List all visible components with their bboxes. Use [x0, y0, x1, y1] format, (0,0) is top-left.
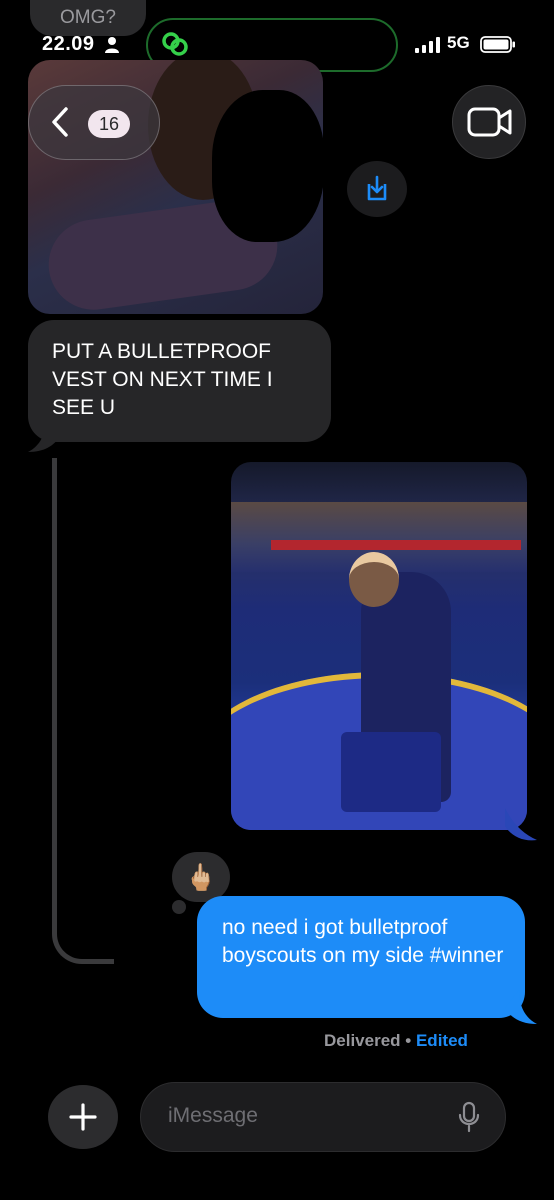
network-label: 5G	[447, 33, 470, 52]
reaction-bubble[interactable]: 🖕🏼	[172, 852, 230, 902]
signal-icon	[415, 37, 440, 53]
reaction-tail	[172, 900, 186, 914]
edited-link[interactable]: Edited	[416, 1031, 468, 1050]
bubble-tail	[505, 808, 537, 841]
status-separator: •	[405, 1031, 412, 1050]
bubble-tail	[505, 990, 537, 1024]
microphone-icon[interactable]	[457, 1101, 481, 1133]
photo-detail	[349, 552, 399, 607]
link-icon	[162, 32, 188, 56]
chevron-left-icon	[52, 107, 68, 137]
notification-preview[interactable]: OMG?	[30, 0, 146, 36]
photo-detail	[271, 540, 521, 550]
delivered-label: Delivered	[324, 1031, 401, 1050]
redaction-mark	[212, 90, 324, 242]
reply-thread-line	[52, 458, 114, 964]
delivery-status: Delivered • Edited	[324, 1031, 468, 1051]
person-icon	[105, 37, 119, 53]
photo-detail	[341, 732, 441, 812]
message-input-placeholder: iMessage	[168, 1104, 258, 1127]
save-icon	[367, 175, 387, 201]
video-camera-icon	[467, 107, 512, 137]
unread-badge: 16	[88, 110, 130, 138]
outgoing-photo[interactable]	[231, 462, 527, 830]
bubble-tail	[28, 418, 60, 452]
battery-icon	[480, 36, 515, 53]
outgoing-message-text: no need i got bulletproof boyscouts on m…	[222, 916, 504, 967]
status-time: 22.09	[42, 33, 95, 55]
plus-icon	[69, 1103, 97, 1131]
incoming-message-text: PUT A BULLETPROOF VEST ON NEXT TIME I SE…	[52, 340, 273, 419]
